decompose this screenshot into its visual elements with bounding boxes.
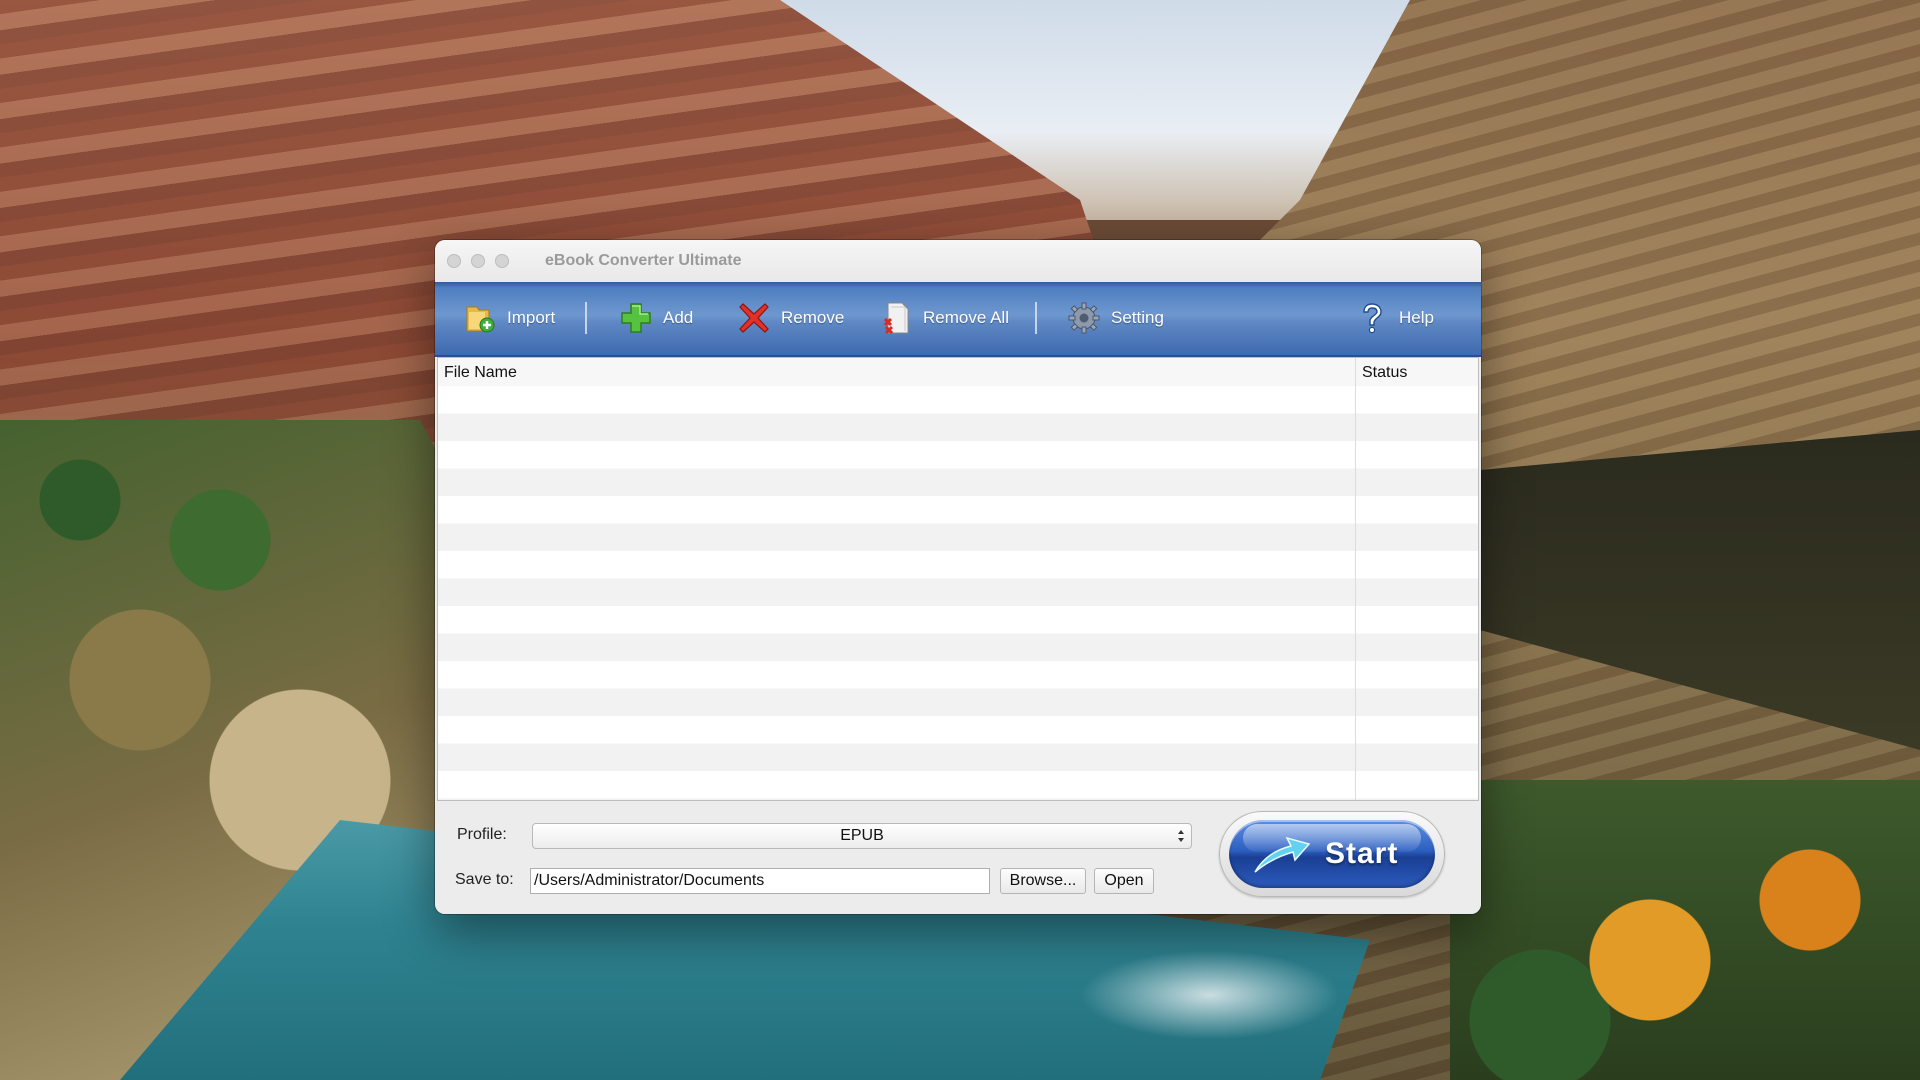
file-table[interactable]: File Name Status xyxy=(437,357,1479,801)
remove-all-label: Remove All xyxy=(923,308,1009,327)
setting-button[interactable]: Setting xyxy=(1067,300,1164,336)
toolbar-separator xyxy=(585,302,587,334)
remove-all-button[interactable]: Remove All xyxy=(879,300,1009,336)
close-window-button[interactable] xyxy=(447,254,461,268)
toolbar-separator xyxy=(1035,302,1037,334)
updown-arrows-icon xyxy=(1178,830,1184,842)
setting-label: Setting xyxy=(1111,308,1164,327)
profile-select[interactable]: EPUB xyxy=(532,823,1192,849)
app-window: eBook Converter Ultimate Import Add Remo… xyxy=(435,240,1481,914)
title-bar[interactable]: eBook Converter Ultimate xyxy=(435,240,1481,283)
start-label: Start xyxy=(1325,837,1399,870)
gear-icon xyxy=(1068,302,1100,334)
add-button[interactable]: Add xyxy=(619,300,693,336)
import-folder-icon xyxy=(466,306,495,333)
save-path-input[interactable]: /Users/Administrator/Documents xyxy=(530,868,990,894)
remove-button[interactable]: Remove xyxy=(737,300,844,336)
start-button[interactable]: Start xyxy=(1229,820,1435,888)
window-title: eBook Converter Ultimate xyxy=(545,252,742,269)
toolbar: Import Add Remove Remove All Setting Hel… xyxy=(435,282,1481,357)
bottom-panel: Profile: EPUB Save to: /Users/Administra… xyxy=(435,801,1481,914)
remove-all-document-icon xyxy=(883,302,909,335)
add-label: Add xyxy=(663,308,694,327)
import-button[interactable]: Import xyxy=(463,300,555,336)
browse-button[interactable]: Browse... xyxy=(1000,868,1086,894)
column-header-file-name[interactable]: File Name xyxy=(444,364,517,382)
open-button[interactable]: Open xyxy=(1094,868,1154,894)
remove-x-icon xyxy=(739,303,769,333)
wallpaper-bushes xyxy=(1450,780,1920,1080)
profile-label: Profile: xyxy=(457,826,507,843)
minimize-window-button[interactable] xyxy=(471,254,485,268)
table-header: File Name Status xyxy=(438,358,1478,387)
remove-label: Remove xyxy=(781,308,845,327)
help-question-icon xyxy=(1363,303,1382,334)
help-label: Help xyxy=(1399,308,1434,327)
wallpaper-rapids xyxy=(1080,950,1340,1040)
start-arrow-icon xyxy=(1254,836,1311,873)
add-plus-icon xyxy=(621,303,651,333)
column-header-status[interactable]: Status xyxy=(1362,364,1407,382)
import-label: Import xyxy=(507,308,556,327)
zoom-window-button[interactable] xyxy=(495,254,509,268)
save-to-label: Save to: xyxy=(455,871,514,888)
help-button[interactable]: Help xyxy=(1355,300,1434,336)
column-divider xyxy=(1355,358,1356,800)
table-rows-empty xyxy=(438,386,1478,800)
profile-selected-value: EPUB xyxy=(840,827,884,844)
